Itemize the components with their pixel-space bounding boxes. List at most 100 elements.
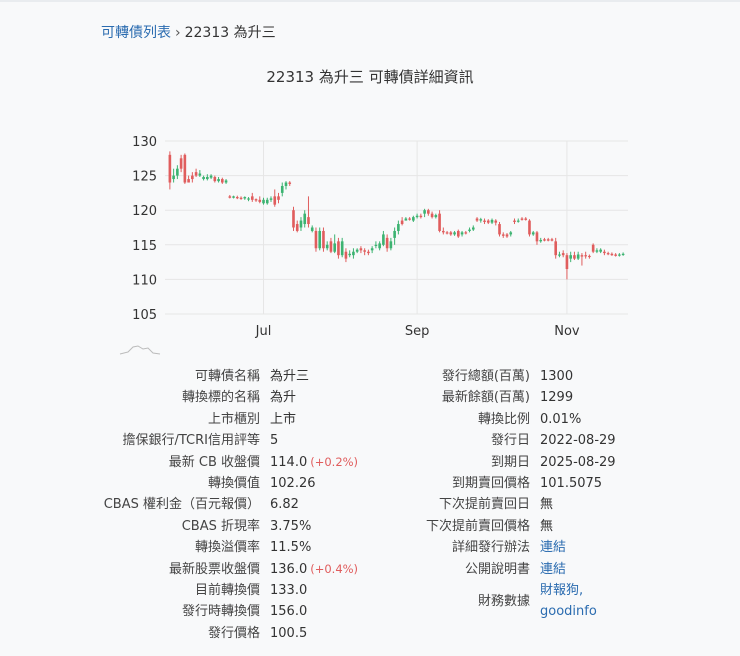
candle-body: [235, 197, 239, 199]
document-link[interactable]: 連結: [540, 562, 566, 577]
info-label: 下次提前賣回日: [438, 497, 530, 513]
info-value-text: 5: [270, 433, 279, 449]
info-label: 最新股票收盤價: [168, 561, 260, 577]
candle-body: [307, 217, 310, 225]
candle-body: [385, 237, 389, 249]
candle-body: [483, 220, 486, 222]
candle-body: [524, 218, 528, 220]
candle-body: [221, 179, 224, 183]
candle-body: [269, 198, 273, 200]
candle-body: [243, 197, 247, 199]
info-label: 發行時轉換價: [181, 604, 260, 620]
candle-body: [363, 250, 366, 252]
info-row: 最新股票收盤價 136.0 (+0.4%): [100, 559, 358, 580]
info-label: 詳細發行辦法: [451, 540, 530, 556]
info-label: 最新餘額(百萬): [441, 390, 530, 406]
candle-body: [284, 182, 288, 186]
info-value: 0.01%: [540, 409, 581, 430]
candle-body: [423, 210, 426, 214]
candle-body: [546, 239, 550, 241]
candle-body: [314, 230, 318, 249]
info-value: 2025-08-29: [540, 452, 616, 473]
breadcrumb-list-link[interactable]: 可轉債列表: [101, 25, 171, 41]
info-row: 轉換溢價率 11.5%: [100, 537, 358, 558]
candle-body: [273, 196, 277, 205]
info-value-text: 102.26: [270, 475, 316, 491]
candle-body: [303, 213, 307, 225]
candle-body: [456, 230, 460, 237]
candle-body: [277, 196, 280, 200]
document-link[interactable]: 連結: [540, 540, 566, 555]
info-row: 到期賣回價格 101.5075: [400, 473, 616, 494]
info-value-text: 1299: [540, 390, 574, 406]
candle-body: [460, 232, 464, 235]
candle-body: [340, 241, 344, 256]
candle-body: [516, 220, 520, 222]
info-value: 156.0: [270, 601, 307, 622]
info-row: 轉換比例 0.01%: [400, 409, 616, 430]
candle-body: [434, 215, 438, 218]
candle-body: [213, 176, 217, 182]
info-value-text: 101.5075: [540, 475, 603, 491]
info-label: 公開說明書: [464, 561, 530, 577]
candle-body: [550, 239, 554, 241]
info-row: 發行價格 100.5: [100, 623, 358, 644]
info-label: 下次提前賣回價格: [425, 518, 530, 534]
candle-body: [445, 232, 449, 234]
financial-data-link[interactable]: goodinfo: [540, 601, 597, 622]
candle-body: [397, 224, 400, 231]
candle-body: [344, 251, 348, 259]
info-value: 114.0 (+0.2%): [270, 452, 358, 473]
info-value-text: 無: [540, 497, 554, 513]
candle-body: [584, 255, 587, 257]
candle-body: [498, 224, 501, 235]
candle-body: [232, 196, 235, 198]
info-value: 3.75%: [270, 516, 311, 537]
breadcrumb-current: 22313 為升三: [184, 25, 276, 41]
candle-body: [494, 220, 498, 223]
info-label: 目前轉換價: [194, 582, 260, 598]
candle-body: [202, 176, 205, 180]
info-value: 5: [270, 430, 278, 451]
info-row: 最新餘額(百萬) 1299: [400, 387, 616, 408]
candle-body: [464, 232, 468, 234]
candle-body: [599, 249, 602, 252]
info-label: 發行日: [490, 433, 530, 449]
candle-body: [370, 248, 374, 251]
candle-body: [172, 175, 175, 180]
candle-body: [329, 241, 333, 252]
candle-body: [393, 230, 396, 238]
info-label: 上市櫃別: [207, 411, 260, 427]
y-tick-label: 120: [132, 204, 157, 219]
breadcrumb-separator: ›: [175, 25, 181, 41]
candle-body: [348, 253, 351, 256]
info-value-text: 156.0: [270, 604, 308, 620]
info-row: 下次提前賣回價格無: [400, 516, 616, 537]
info-row: 發行日 2022-08-29: [400, 430, 616, 451]
info-label: 轉換溢價率: [194, 540, 260, 556]
info-row: 轉換價值 102.26: [100, 473, 358, 494]
candle-body: [610, 253, 614, 256]
candle-body: [509, 232, 513, 235]
info-value-text: 0.01%: [540, 411, 582, 427]
price-change: (+0.4%): [310, 561, 359, 576]
candle-body: [415, 215, 419, 218]
candle-body: [176, 168, 179, 176]
candle-body: [554, 241, 558, 256]
candle-body: [374, 244, 378, 246]
candle-body: [580, 255, 584, 257]
info-row: CBAS 折現率 3.75%: [100, 516, 358, 537]
candle-body: [299, 220, 303, 228]
candle-body: [543, 239, 546, 241]
info-value: 136.0 (+0.4%): [270, 559, 358, 580]
candle-body: [614, 254, 617, 256]
candle-body: [535, 232, 539, 242]
candle-body: [528, 220, 531, 235]
cb-info-table-left: 可轉債名稱 為升三 轉換標的名稱 為升 上市櫃別 上市 擔保銀行/TCRI信用評等 5 最新 C…: [100, 366, 358, 644]
info-value: 連結: [540, 559, 566, 580]
candle-body: [359, 248, 363, 251]
info-label: 擔保銀行/TCRI信用評等: [122, 433, 260, 449]
candle-body: [404, 218, 408, 221]
financial-data-link[interactable]: 財報狗,: [540, 580, 597, 601]
candle-body: [318, 230, 322, 249]
